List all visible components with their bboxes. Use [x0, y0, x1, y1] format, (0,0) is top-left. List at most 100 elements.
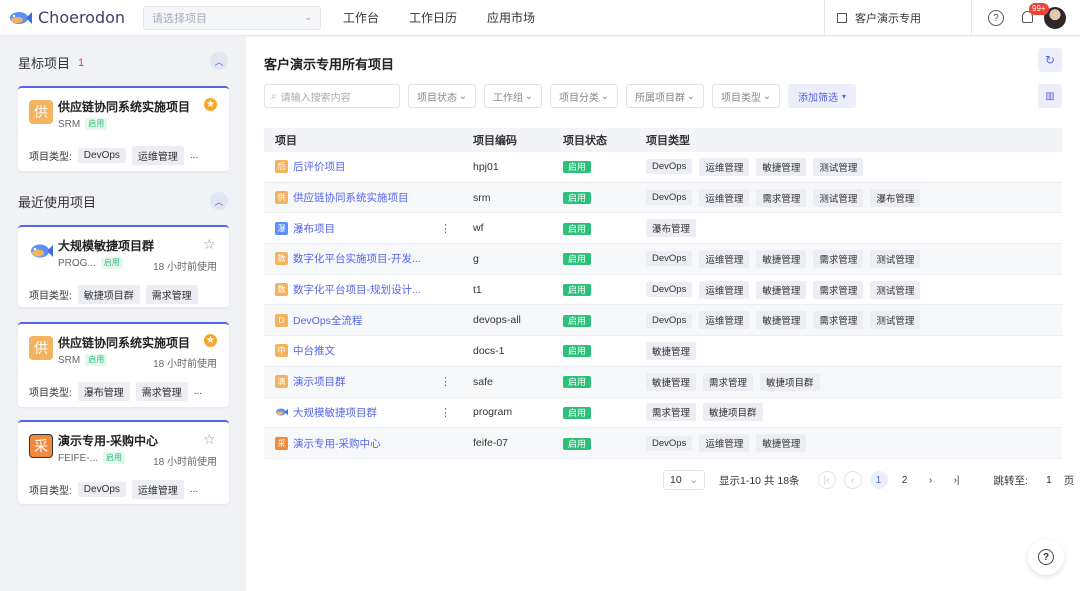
- table-row[interactable]: 供供应链协同系统实施项目 srm 启用 DevOps 运维管理 需求管理 测试管理 瀑布管理: [264, 182, 1062, 214]
- nav-calendar[interactable]: 工作日历: [409, 9, 457, 26]
- status-badge: 启用: [85, 118, 108, 130]
- project-name-link[interactable]: 供应链协同系统实施项目: [293, 190, 409, 205]
- last-page-icon[interactable]: ›|: [948, 471, 966, 489]
- project-table: 项目 项目编码 项目状态 项目类型 后后评价项目 hpj01 启用 DevOps 运维管…: [264, 128, 1062, 459]
- table-row[interactable]: 大规模敏捷项目群 ⋮ program 启用 需求管理 敏捷项目群: [264, 398, 1062, 429]
- table-row[interactable]: D DevOps全流程 devops-all 启用 DevOps 运维管理 敏捷管理 需求管理…: [264, 305, 1062, 337]
- type-label: 项目类型:: [29, 486, 72, 497]
- more-actions-icon[interactable]: ⋮: [440, 375, 451, 388]
- jump-input[interactable]: 1: [1046, 474, 1052, 486]
- table-row[interactable]: 中中台推文 docs-1 启用 敏捷管理: [264, 336, 1062, 367]
- project-name-link[interactable]: 演示项目群: [293, 374, 346, 389]
- project-avatar-icon: 数: [275, 283, 288, 297]
- cell-status: 启用: [563, 222, 646, 235]
- project-name-link[interactable]: 数字化平台项目-规划设计...: [293, 282, 421, 297]
- starred-project-card[interactable]: 供 供应链协同系统实施项目 ★ SRM 启用 项目类型: DevOps 运维管理…: [18, 86, 229, 171]
- recent-project-card[interactable]: 采 演示专用-采购中心 ☆ FEIFE-... 启用 18 小时前使用 项目类型…: [18, 420, 229, 504]
- table-row[interactable]: 采演示专用-采购中心 feife-07 启用 DevOps 运维管理 敏捷管理: [264, 428, 1062, 459]
- table-row[interactable]: 后后评价项目 hpj01 启用 DevOps 运维管理 敏捷管理 测试管理: [264, 152, 1062, 183]
- column-settings-icon[interactable]: ▥: [1038, 84, 1062, 108]
- filter-program[interactable]: 所属项目群 ⌄: [626, 84, 704, 108]
- floating-help-button[interactable]: ?: [1028, 539, 1064, 575]
- table-row[interactable]: 数数字化平台项目-规划设计... t1 启用 DevOps 运维管理 敏捷管理 需求管理 测试…: [264, 275, 1062, 306]
- first-page-icon[interactable]: |‹: [817, 471, 836, 489]
- table-row[interactable]: 瀑瀑布项目 ⋮ wf 启用 瀑布管理: [264, 213, 1062, 245]
- project-name-link[interactable]: 数字化平台实施项目-开发...: [293, 251, 421, 266]
- type-chip: DevOps: [646, 312, 693, 328]
- type-label: 项目类型:: [29, 388, 72, 399]
- recent-collapse-icon[interactable]: ︿: [210, 192, 228, 210]
- filter-workgroup[interactable]: 工作组 ⌄: [484, 84, 542, 108]
- card-title: 演示专用-采购中心: [58, 434, 158, 448]
- cell-status: 启用: [563, 283, 646, 297]
- cell-code: srm: [473, 191, 491, 204]
- notification-bell-icon[interactable]: 99+: [1022, 3, 1049, 25]
- project-name-link[interactable]: 大规模敏捷项目群: [293, 405, 377, 420]
- page-2[interactable]: 2: [896, 471, 914, 489]
- project-name-link[interactable]: 演示专用-采购中心: [293, 436, 381, 451]
- starred-collapse-icon[interactable]: ︿: [210, 52, 228, 70]
- cell-code: program: [473, 406, 513, 419]
- filter-type[interactable]: 项目类型 ⌄: [712, 84, 780, 108]
- refresh-icon[interactable]: ↻: [1038, 48, 1062, 72]
- type-chip: 测试管理: [870, 249, 921, 268]
- cell-status: 启用: [563, 191, 646, 205]
- recent-section-header: 最近使用项目: [18, 192, 96, 211]
- recent-project-card[interactable]: 供 供应链协同系统实施项目 ★ SRM 启用 18 小时前使用 项目类型: 瀑布…: [18, 322, 229, 407]
- project-select[interactable]: 请选择项目 ⌄: [143, 5, 321, 30]
- star-outline-icon[interactable]: ☆: [203, 432, 217, 446]
- filter-status[interactable]: 项目状态 ⌄: [408, 84, 476, 108]
- recent-project-card[interactable]: 大规模敏捷项目群 ☆ PROG... 启用 18 小时前使用 项目类型: 敏捷项…: [18, 225, 229, 307]
- cell-project: 供供应链协同系统实施项目: [264, 190, 473, 205]
- star-filled-icon[interactable]: ★: [204, 334, 217, 347]
- table-row[interactable]: 数数字化平台实施项目-开发... g 启用 DevOps 运维管理 敏捷管理 需求管理 测试管…: [264, 244, 1062, 275]
- cell-project: 采演示专用-采购中心: [264, 436, 473, 451]
- logo[interactable]: Choerodon: [8, 8, 143, 27]
- search-input[interactable]: ⌕ 请输入搜索内容: [264, 84, 400, 108]
- project-name-link[interactable]: DevOps全流程: [293, 313, 362, 328]
- type-chip: 敏捷管理: [756, 249, 807, 268]
- more-actions-icon[interactable]: ⋮: [440, 406, 451, 419]
- type-chip: 测试管理: [870, 311, 921, 330]
- table-row[interactable]: 演演示项目群 ⋮ safe 启用 敏捷管理 需求管理 敏捷项目群: [264, 366, 1062, 398]
- cell-project: 中中台推文: [264, 343, 473, 358]
- star-outline-icon[interactable]: ☆: [203, 237, 217, 251]
- recent-title: 最近使用项目: [18, 195, 97, 210]
- page-1[interactable]: 1: [869, 471, 888, 489]
- project-name-link[interactable]: 中台推文: [293, 343, 335, 358]
- next-page-icon[interactable]: ›: [922, 471, 940, 489]
- type-chip: 需求管理: [145, 285, 198, 304]
- chevron-down-icon: ⌄: [689, 474, 698, 486]
- type-label: 项目类型:: [29, 291, 72, 302]
- add-filter-button[interactable]: 添加筛选 ▾: [788, 84, 857, 108]
- project-name-link[interactable]: 瀑布项目: [293, 221, 335, 236]
- cell-types: DevOps 运维管理 敏捷管理 需求管理 测试管理: [646, 311, 1062, 330]
- cell-types: DevOps 运维管理 敏捷管理 需求管理 测试管理: [646, 280, 1062, 299]
- status-badge: 启用: [563, 437, 592, 450]
- filter-category[interactable]: 项目分类 ⌄: [550, 84, 618, 108]
- col-project[interactable]: 项目: [264, 132, 473, 148]
- help-icon[interactable]: ?: [988, 10, 1004, 26]
- card-code: SRM: [58, 354, 81, 366]
- status-badge: 启用: [100, 257, 123, 269]
- type-chip: 敏捷项目群: [77, 285, 140, 304]
- nav-workbench[interactable]: 工作台: [343, 9, 379, 26]
- search-placeholder: 请输入搜索内容: [280, 92, 351, 104]
- top-bar: Choerodon 请选择项目 ⌄ 工作台 工作日历 应用市场 客户演示专用 ?…: [0, 0, 1080, 36]
- prev-page-icon[interactable]: ‹: [843, 471, 862, 489]
- status-badge: 启用: [563, 253, 592, 266]
- col-type[interactable]: 项目类型: [646, 132, 1062, 148]
- col-status[interactable]: 项目状态: [563, 132, 646, 148]
- status-badge: 启用: [563, 345, 592, 358]
- more-actions-icon[interactable]: ⋮: [440, 222, 451, 235]
- type-chip: 运维管理: [699, 311, 750, 330]
- cell-code: docs-1: [473, 344, 505, 357]
- top-right-tools: 客户演示专用 ? 99+: [824, 0, 1080, 36]
- page-size-select[interactable]: 10 ⌄: [663, 470, 705, 490]
- nav-market[interactable]: 应用市场: [487, 9, 535, 26]
- star-filled-icon[interactable]: ★: [204, 98, 217, 111]
- project-name-link[interactable]: 后评价项目: [293, 159, 346, 174]
- org-switcher[interactable]: 客户演示专用: [824, 0, 972, 36]
- status-badge: 启用: [563, 284, 592, 297]
- col-code[interactable]: 项目编码: [473, 132, 563, 148]
